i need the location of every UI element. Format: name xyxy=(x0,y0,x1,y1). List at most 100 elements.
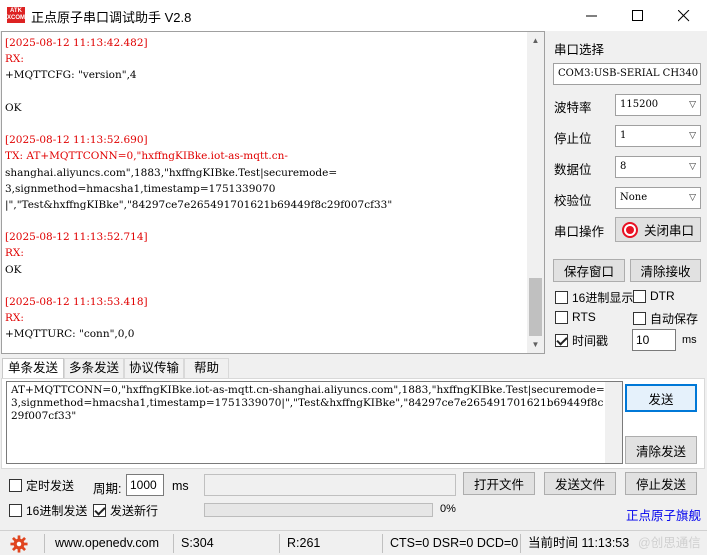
chevron-down-icon: ▽ xyxy=(689,131,696,141)
window-title: 正点原子串口调试助手 V2.8 xyxy=(31,10,192,25)
close-icon xyxy=(678,9,690,21)
hex-display-checkbox[interactable]: 16进制显示 xyxy=(555,289,633,306)
clear-receive-button[interactable]: 清除接收 xyxy=(630,259,701,282)
close-port-label: 关闭串口 xyxy=(643,224,694,238)
hex-send-label: 16进制发送 xyxy=(26,504,88,518)
chevron-down-icon: ▽ xyxy=(689,193,696,203)
auto-save-checkbox[interactable]: 自动保存 xyxy=(633,310,698,327)
save-window-button[interactable]: 保存窗口 xyxy=(553,259,625,282)
log-line: +MQTTCFG: "version",4 xyxy=(5,69,137,82)
log-line: [2025-08-12 11:13:52.690] xyxy=(5,134,148,147)
dtr-checkbox[interactable]: DTR xyxy=(633,289,675,303)
log-line: 3,signmethod=hmacsha1,timestamp=17513390… xyxy=(5,182,276,195)
data-bits-select[interactable]: 8 ▽ xyxy=(615,156,701,178)
data-bits-value: 8 xyxy=(620,161,627,172)
stop-send-button[interactable]: 停止发送 xyxy=(625,472,697,495)
log-line: OK xyxy=(5,263,22,276)
logo-text-top: ATK xyxy=(10,8,22,14)
receive-log[interactable]: [2025-08-12 11:13:42.482] RX: +MQTTCFG: "v… xyxy=(1,31,545,354)
clear-receive-label: 清除接收 xyxy=(640,265,691,279)
tab-multi-send[interactable]: 多条发送 xyxy=(64,358,124,378)
send-input[interactable]: AT+MQTTCONN=0,"hxffngKIBke.iot-as-mqtt.c… xyxy=(6,381,623,464)
checkbox-box[interactable] xyxy=(93,504,106,517)
tab-help[interactable]: 帮助 xyxy=(184,358,229,378)
port-operation-label: 串口操作 xyxy=(554,225,605,239)
baud-value: 115200 xyxy=(620,99,659,110)
log-line: RX: xyxy=(5,312,24,325)
modem-lines-status: CTS=0 DSR=0 DCD=0 xyxy=(390,536,519,550)
tab-label: 多条发送 xyxy=(68,361,119,375)
period-label: 周期: xyxy=(93,482,122,496)
close-window-button[interactable] xyxy=(661,0,707,31)
hex-send-checkbox[interactable]: 16进制发送 xyxy=(9,502,87,519)
save-window-label: 保存窗口 xyxy=(563,265,614,279)
minimize-button[interactable] xyxy=(569,0,615,31)
port-value: COM3:USB-SERIAL CH340 xyxy=(558,68,699,79)
newline-checkbox[interactable]: 发送新行 xyxy=(93,502,158,519)
progress-text: 0% xyxy=(440,503,456,515)
send-file-button[interactable]: 发送文件 xyxy=(544,472,616,495)
checkbox-box[interactable] xyxy=(633,312,646,325)
send-input-text: AT+MQTTCONN=0,"hxffngKIBke.iot-as-mqtt.c… xyxy=(11,384,605,423)
scroll-down-icon[interactable]: ▼ xyxy=(527,336,544,353)
timed-send-checkbox[interactable]: 定时发送 xyxy=(9,477,74,494)
chevron-down-icon: ▽ xyxy=(689,100,696,110)
minimize-icon xyxy=(586,15,597,16)
checkbox-box[interactable] xyxy=(9,479,22,492)
timestamp-checkbox[interactable]: 时间戳 xyxy=(555,332,608,349)
gear-icon xyxy=(10,535,28,553)
send-input-scrollbar[interactable] xyxy=(605,382,622,463)
title-bar: ATK XCOM 正点原子串口调试助手 V2.8 xyxy=(0,0,707,31)
send-file-label: 发送文件 xyxy=(554,478,605,492)
status-bar: www.openedv.com S:304 R:261 CTS=0 DSR=0 … xyxy=(0,530,707,555)
data-bits-label: 数据位 xyxy=(554,163,592,177)
file-path-field[interactable] xyxy=(204,474,456,496)
checkbox-box[interactable] xyxy=(555,310,568,324)
status-separator xyxy=(279,534,280,553)
checkbox-box[interactable] xyxy=(9,504,22,517)
period-unit-label: ms xyxy=(172,479,189,493)
rts-label: RTS xyxy=(572,310,596,324)
baud-select[interactable]: 115200 ▽ xyxy=(615,94,701,116)
rts-checkbox[interactable]: RTS xyxy=(555,310,596,324)
parity-select[interactable]: None ▽ xyxy=(615,187,701,209)
ms-unit-label: ms xyxy=(682,334,697,346)
log-line: [2025-08-12 11:13:53.418] xyxy=(5,296,148,308)
watermark: @创思通信 xyxy=(638,536,701,550)
open-file-button[interactable]: 打开文件 xyxy=(463,472,535,495)
newline-label: 发送新行 xyxy=(110,504,159,518)
status-separator xyxy=(520,534,521,553)
tab-protocol[interactable]: 协议传输 xyxy=(124,358,184,378)
timestamp-ms-input[interactable]: 10 xyxy=(632,329,676,351)
status-separator xyxy=(173,534,174,553)
chevron-down-icon: ▽ xyxy=(689,162,696,172)
tab-single-send[interactable]: 单条发送 xyxy=(2,358,64,379)
close-port-button[interactable]: 关闭串口 xyxy=(615,217,701,242)
scrollbar-thumb[interactable] xyxy=(529,278,542,336)
log-line: |","Test&hxffngKIBke","84297ce7e26549170… xyxy=(5,198,393,211)
period-input[interactable]: 1000 xyxy=(126,474,164,496)
send-progress-bar xyxy=(204,503,433,517)
auto-save-label: 自动保存 xyxy=(650,312,699,326)
stop-bits-select[interactable]: 1 ▽ xyxy=(615,125,701,147)
maximize-button[interactable] xyxy=(615,0,661,31)
parity-value: None xyxy=(620,192,648,203)
clear-send-button[interactable]: 清除发送 xyxy=(625,436,697,464)
tab-label: 协议传输 xyxy=(128,361,179,375)
checkbox-box[interactable] xyxy=(555,334,568,347)
receive-log-scrollbar[interactable]: ▲ ▼ xyxy=(527,32,544,353)
log-line: [2025-08-12 11:13:42.482] xyxy=(5,37,148,49)
settings-button[interactable] xyxy=(10,531,28,555)
checkbox-box[interactable] xyxy=(555,291,568,304)
tab-label: 单条发送 xyxy=(7,361,58,375)
website-link[interactable]: www.openedv.com xyxy=(55,531,159,555)
port-select[interactable]: COM3:USB-SERIAL CH340 xyxy=(553,63,701,85)
send-button[interactable]: 发送 xyxy=(625,384,697,412)
log-line: TX: AT+MQTTCONN=0,"hxffngKIBke.iot-as-mq… xyxy=(5,150,288,163)
checkbox-box[interactable] xyxy=(633,289,646,303)
scroll-up-icon[interactable]: ▲ xyxy=(527,32,544,49)
brand-link[interactable]: 正点原子旗舰 xyxy=(626,505,701,524)
